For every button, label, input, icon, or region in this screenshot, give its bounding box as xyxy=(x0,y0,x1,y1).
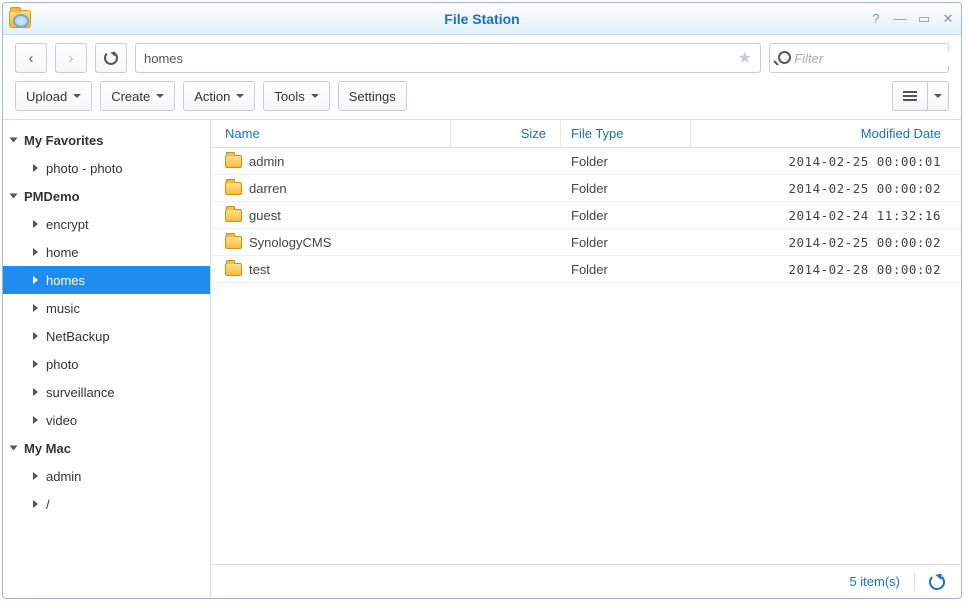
close-icon[interactable]: ✕ xyxy=(941,12,955,26)
action-button[interactable]: Action xyxy=(183,81,255,111)
titlebar: File Station ? — ▭ ✕ xyxy=(3,3,961,35)
folder-icon xyxy=(225,209,242,222)
reload-icon xyxy=(104,51,118,65)
create-button[interactable]: Create xyxy=(100,81,175,111)
column-header-type[interactable]: File Type xyxy=(561,120,691,147)
statusbar: 5 item(s) xyxy=(211,564,961,598)
minimize-icon[interactable]: — xyxy=(893,12,907,26)
caret-down-icon xyxy=(934,94,942,98)
content-pane: Name Size File Type Modified Date adminF… xyxy=(211,120,961,598)
tree-item[interactable]: / xyxy=(3,490,210,518)
refresh-button[interactable] xyxy=(929,574,945,590)
expand-icon xyxy=(33,388,38,396)
file-row[interactable]: testFolder2014-02-28 00:00:02 xyxy=(211,256,961,283)
folder-icon xyxy=(225,182,242,195)
folder-icon xyxy=(225,263,242,276)
filter-box: - xyxy=(769,43,949,73)
expand-icon xyxy=(33,220,38,228)
tree-item[interactable]: encrypt xyxy=(3,210,210,238)
caret-down-icon xyxy=(156,94,164,98)
expand-icon xyxy=(33,304,38,312)
favorite-star-icon[interactable]: ★ xyxy=(738,48,752,68)
folder-icon xyxy=(225,236,242,249)
tools-button[interactable]: Tools xyxy=(263,81,329,111)
file-row[interactable]: SynologyCMSFolder2014-02-25 00:00:02 xyxy=(211,229,961,256)
file-row[interactable]: guestFolder2014-02-24 11:32:16 xyxy=(211,202,961,229)
caret-down-icon xyxy=(311,94,319,98)
expand-icon xyxy=(10,194,18,199)
tree-item[interactable]: home xyxy=(3,238,210,266)
app-icon xyxy=(9,10,31,28)
tree-item[interactable]: music xyxy=(3,294,210,322)
expand-icon xyxy=(33,248,38,256)
nav-toolbar: ‹ › ★ - xyxy=(3,35,961,81)
table-header: Name Size File Type Modified Date xyxy=(211,120,961,148)
action-toolbar: Upload Create Action Tools Settings xyxy=(3,81,961,120)
list-view-button[interactable] xyxy=(892,81,927,111)
expand-icon xyxy=(33,164,38,172)
column-header-size[interactable]: Size xyxy=(451,120,561,147)
expand-icon xyxy=(10,138,18,143)
list-icon xyxy=(903,91,917,101)
upload-button[interactable]: Upload xyxy=(15,81,92,111)
file-station-window: File Station ? — ▭ ✕ ‹ › ★ - Upload Crea… xyxy=(2,2,962,599)
reload-button[interactable] xyxy=(95,43,127,73)
sidebar: My Favoritesphoto - photoPMDemoencryptho… xyxy=(3,120,211,598)
item-count: 5 item(s) xyxy=(849,574,900,589)
expand-icon xyxy=(33,472,38,480)
back-button[interactable]: ‹ xyxy=(15,43,47,73)
expand-icon xyxy=(33,276,38,284)
path-input-container: ★ xyxy=(135,43,761,73)
body: My Favoritesphoto - photoPMDemoencryptho… xyxy=(3,120,961,598)
maximize-icon[interactable]: ▭ xyxy=(917,12,931,26)
view-dropdown-button[interactable] xyxy=(927,81,949,111)
tree-item[interactable]: surveillance xyxy=(3,378,210,406)
column-header-name[interactable]: Name xyxy=(211,120,451,147)
titlebar-left xyxy=(9,10,31,28)
window-title: File Station xyxy=(444,11,519,27)
tree-root[interactable]: My Mac xyxy=(3,434,210,462)
tree-item[interactable]: admin xyxy=(3,462,210,490)
path-input[interactable] xyxy=(144,51,738,66)
tree-root[interactable]: PMDemo xyxy=(3,182,210,210)
expand-icon xyxy=(10,446,18,451)
expand-icon xyxy=(33,332,38,340)
caret-down-icon xyxy=(236,94,244,98)
help-icon[interactable]: ? xyxy=(869,12,883,26)
file-row[interactable]: adminFolder2014-02-25 00:00:01 xyxy=(211,148,961,175)
settings-button[interactable]: Settings xyxy=(338,81,407,111)
view-toggle xyxy=(892,81,949,111)
window-controls: ? — ▭ ✕ xyxy=(869,12,955,26)
tree-item[interactable]: photo xyxy=(3,350,210,378)
expand-icon xyxy=(33,416,38,424)
forward-button[interactable]: › xyxy=(55,43,87,73)
expand-icon xyxy=(33,360,38,368)
folder-icon xyxy=(225,155,242,168)
filter-input[interactable] xyxy=(794,51,962,66)
tree-root[interactable]: My Favorites xyxy=(3,126,210,154)
expand-icon xyxy=(33,500,38,508)
file-row[interactable]: darrenFolder2014-02-25 00:00:02 xyxy=(211,175,961,202)
tree-item[interactable]: video xyxy=(3,406,210,434)
tree-item[interactable]: photo - photo xyxy=(3,154,210,182)
column-header-date[interactable]: Modified Date xyxy=(691,120,961,147)
tree-item[interactable]: NetBackup xyxy=(3,322,210,350)
tree-item[interactable]: homes xyxy=(3,266,210,294)
file-list: adminFolder2014-02-25 00:00:01darrenFold… xyxy=(211,148,961,564)
caret-down-icon xyxy=(73,94,81,98)
